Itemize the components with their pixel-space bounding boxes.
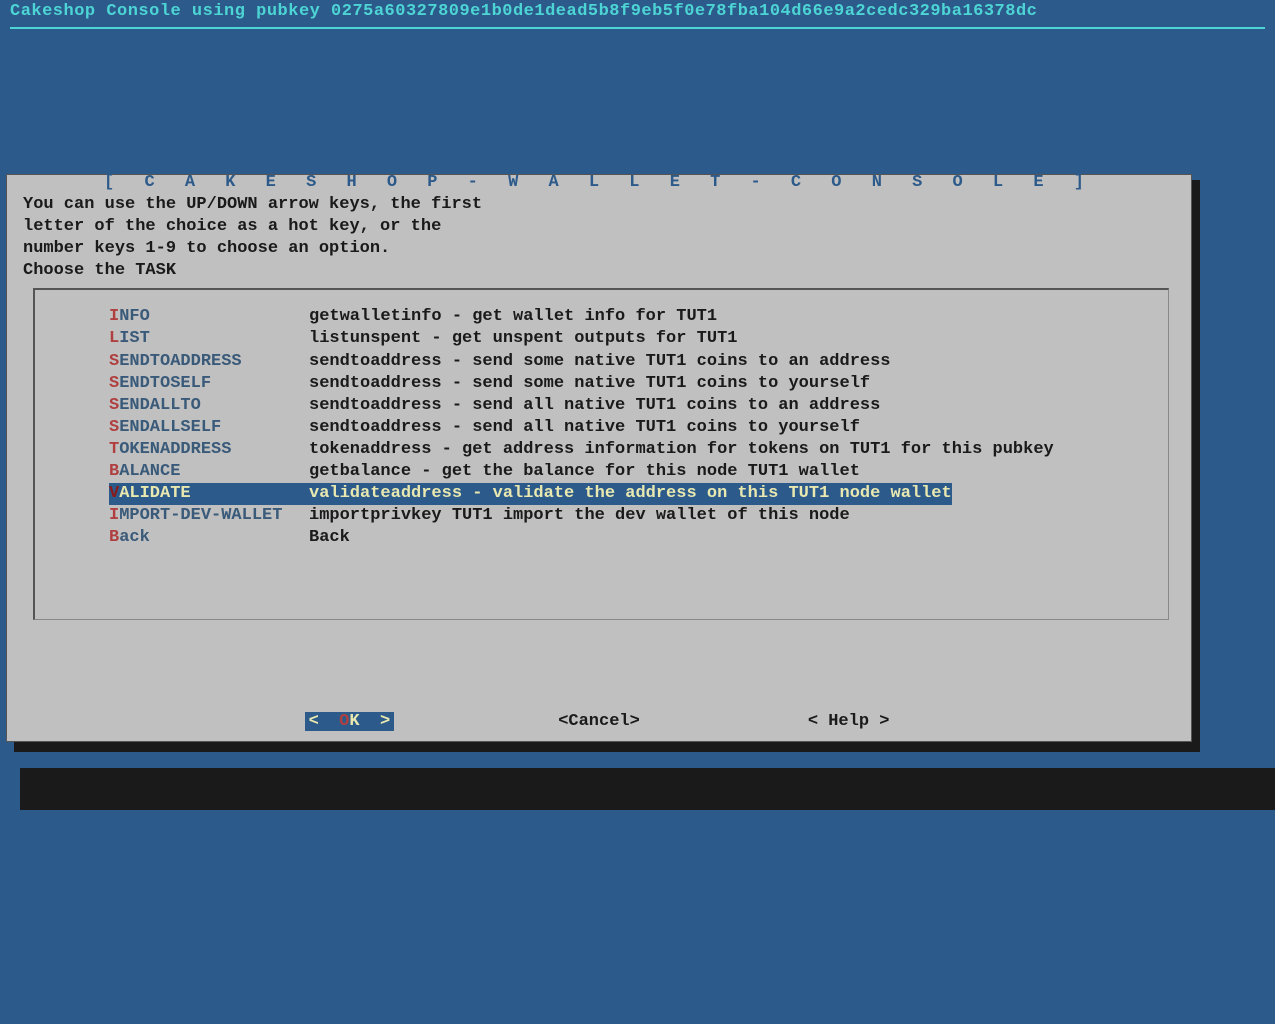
menu-item-rest: MPORT-DEV-WALLET [119, 506, 282, 525]
menu-item-desc: importprivkey TUT1 import the dev wallet… [309, 505, 850, 527]
menu-item-hotkey: L [109, 329, 119, 348]
shadow-bar [20, 768, 1275, 810]
menu-item-tag: Back [109, 527, 309, 549]
menu-item-tag: VALIDATE [109, 483, 309, 505]
header-divider [10, 27, 1265, 29]
prompt-line: letter of the choice as a hot key, or th… [23, 216, 1175, 238]
dialog-title: [ C A K E S H O P - W A L L E T - C O N … [7, 173, 1191, 192]
menu-item-hotkey: I [109, 506, 119, 525]
menu-item-hotkey: S [109, 418, 119, 437]
menu-item-tag: BALANCE [109, 461, 309, 483]
menu-item-tag: LIST [109, 328, 309, 350]
menu-item-desc: sendtoaddress - send all native TUT1 coi… [309, 417, 860, 439]
menu-item-rest: ENDTOSELF [119, 374, 211, 393]
header-title: Cakeshop Console using pubkey 0275a60327… [10, 2, 1037, 21]
menu-item-sendallto[interactable]: SENDALLTOsendtoaddress - send all native… [39, 395, 1164, 417]
menu-item-desc: sendtoaddress - send some native TUT1 co… [309, 351, 891, 373]
menu-item-desc: sendtoaddress - send all native TUT1 coi… [309, 395, 880, 417]
menu-item-tag: SENDALLSELF [109, 417, 309, 439]
menu-item-tag: TOKENADDRESS [109, 439, 309, 461]
menu-item-rest: ack [119, 528, 150, 547]
menu-item-list[interactable]: LISTlistunspent - get unspent outputs fo… [39, 328, 1164, 350]
dialog-prompt: You can use the UP/DOWN arrow keys, the … [7, 192, 1191, 288]
menu-item-rest: NFO [119, 307, 150, 326]
prompt-line: Choose the TASK [23, 260, 1175, 282]
menu-item-rest: ALANCE [119, 462, 180, 481]
menu-item-hotkey: S [109, 374, 119, 393]
menu-item-back[interactable]: BackBack [39, 527, 1164, 549]
menu-item-rest: ALIDATE [119, 484, 190, 503]
button-row: < OK > <Cancel> < Help > [7, 712, 1191, 731]
menu-item-validate[interactable]: VALIDATEvalidateaddress - validate the a… [39, 483, 1164, 505]
menu-item-sendallself[interactable]: SENDALLSELFsendtoaddress - send all nati… [39, 417, 1164, 439]
menu-item-import-dev-wallet[interactable]: IMPORT-DEV-WALLETimportprivkey TUT1 impo… [39, 505, 1164, 527]
help-button[interactable]: < Help > [804, 712, 894, 731]
prompt-line: You can use the UP/DOWN arrow keys, the … [23, 194, 1175, 216]
console-header: Cakeshop Console using pubkey 0275a60327… [0, 0, 1275, 23]
menu-item-hotkey: B [109, 528, 119, 547]
menu-item-desc: tokenaddress - get address information f… [309, 439, 1054, 461]
menu-item-tokenaddress[interactable]: TOKENADDRESStokenaddress - get address i… [39, 439, 1164, 461]
menu-item-tag: SENDTOADDRESS [109, 351, 309, 373]
menu-item-rest: ENDALLSELF [119, 418, 221, 437]
menu-item-desc: getwalletinfo - get wallet info for TUT1 [309, 306, 717, 328]
menu-item-desc: sendtoaddress - send some native TUT1 co… [309, 373, 870, 395]
menu-item-desc: listunspent - get unspent outputs for TU… [309, 328, 737, 350]
menu-item-hotkey: S [109, 396, 119, 415]
menu-item-rest: IST [119, 329, 150, 348]
menu-item-desc: getbalance - get the balance for this no… [309, 461, 860, 483]
menu-item-sendtoaddress[interactable]: SENDTOADDRESSsendtoaddress - send some n… [39, 351, 1164, 373]
menu-item-hotkey: V [109, 484, 119, 503]
menu-item-tag: IMPORT-DEV-WALLET [109, 505, 309, 527]
menu-list[interactable]: INFOgetwalletinfo - get wallet info for … [33, 288, 1169, 620]
cancel-button[interactable]: <Cancel> [554, 712, 644, 731]
menu-item-hotkey: I [109, 307, 119, 326]
ok-button[interactable]: < OK > [305, 712, 395, 731]
menu-item-rest: ENDALLTO [119, 396, 201, 415]
menu-item-sendtoself[interactable]: SENDTOSELFsendtoaddress - send some nati… [39, 373, 1164, 395]
menu-item-rest: ENDTOADDRESS [119, 352, 241, 371]
prompt-line: number keys 1-9 to choose an option. [23, 238, 1175, 260]
menu-item-balance[interactable]: BALANCEgetbalance - get the balance for … [39, 461, 1164, 483]
menu-item-desc: Back [309, 527, 350, 549]
menu-item-tag: SENDALLTO [109, 395, 309, 417]
menu-item-tag: INFO [109, 306, 309, 328]
wallet-console-dialog: [ C A K E S H O P - W A L L E T - C O N … [6, 174, 1192, 742]
menu-item-tag: SENDTOSELF [109, 373, 309, 395]
menu-item-desc: validateaddress - validate the address o… [309, 483, 952, 505]
menu-item-hotkey: S [109, 352, 119, 371]
menu-item-hotkey: T [109, 440, 119, 459]
menu-item-hotkey: B [109, 462, 119, 481]
menu-item-info[interactable]: INFOgetwalletinfo - get wallet info for … [39, 306, 1164, 328]
menu-item-rest: OKENADDRESS [119, 440, 231, 459]
